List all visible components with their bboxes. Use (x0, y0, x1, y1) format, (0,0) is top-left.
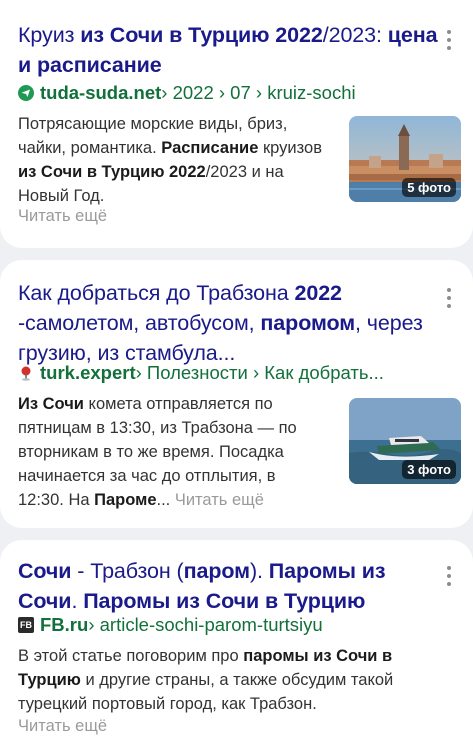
highlighted-text: 2022 (294, 281, 342, 305)
result-domain: tuda-suda.net (40, 82, 162, 103)
more-options-icon[interactable] (439, 564, 459, 588)
highlighted-text: Сочи (18, 559, 72, 583)
result-snippet: Из Сочи комета отправляется по пятницам … (18, 392, 318, 512)
highlighted-text: Пароме (94, 491, 157, 509)
search-result-card: Как добраться до Трабзона 2022 -самолето… (0, 260, 473, 528)
highlighted-text: паромом (260, 311, 356, 335)
photo-count-badge: 3 фото (402, 460, 456, 479)
result-domain: turk.expert (40, 362, 136, 383)
text-fragment: /2023: (322, 23, 388, 47)
highlighted-text: паром (183, 559, 250, 583)
text-fragment: . (71, 589, 84, 613)
result-source[interactable]: turk.expert › Полезности › Как добрать..… (18, 360, 448, 386)
result-snippet: Потрясающие морские виды, бриз, чайки, р… (18, 112, 330, 208)
text-fragment: В этой статье поговорим про (18, 647, 244, 665)
result-domain: FB.ru (40, 614, 89, 635)
result-thumbnail[interactable]: 3 фото (349, 398, 461, 484)
text-fragment: Как добраться до Трабзона (18, 281, 295, 305)
text-fragment: -самолетом, автобусом, (18, 311, 261, 335)
text-fragment: круизов (258, 139, 322, 157)
fb-logo-icon: FB (18, 617, 34, 633)
pin-icon (21, 366, 31, 381)
more-options-icon[interactable] (439, 28, 459, 52)
paper-plane-icon (18, 85, 34, 101)
result-title-link[interactable]: Как добраться до Трабзона 2022 -самолето… (18, 278, 438, 368)
highlighted-text: из Сочи в Турцию 2022 (80, 23, 323, 47)
highlighted-text: Из Сочи (18, 395, 84, 413)
result-path: › Полезности › Как добрать... (135, 362, 384, 383)
search-result-card: Круиз из Сочи в Турцию 2022/2023: цена и… (0, 0, 473, 248)
result-title-link[interactable]: Круиз из Сочи в Турцию 2022/2023: цена и… (18, 20, 438, 80)
highlighted-text: Паромы из Сочи в Турцию (83, 589, 366, 613)
read-more-link[interactable]: Читать ещё (175, 491, 264, 509)
search-result-card: Сочи - Трабзон (паром). Паромы из Сочи. … (0, 540, 473, 750)
text-fragment: Круиз (18, 23, 81, 47)
photo-count-badge: 5 фото (402, 178, 456, 197)
read-more-link[interactable]: Читать ещё (18, 204, 107, 228)
result-path: › 2022 › 07 › kruiz-sochi (161, 82, 356, 103)
result-source[interactable]: tuda-suda.net › 2022 › 07 › kruiz-sochi (18, 80, 448, 106)
result-path: › article-sochi-parom-turtsiyu (88, 614, 323, 635)
highlighted-text: Расписание (161, 139, 259, 157)
text-fragment: - Трабзон ( (71, 559, 184, 583)
text-fragment: ). (249, 559, 269, 583)
result-source[interactable]: FB FB.ru › article-sochi-parom-turtsiyu (18, 612, 448, 638)
result-title-link[interactable]: Сочи - Трабзон (паром). Паромы из Сочи. … (18, 556, 438, 616)
result-thumbnail[interactable]: 5 фото (349, 116, 461, 202)
result-snippet: В этой статье поговорим про паромы из Со… (18, 644, 448, 716)
read-more-link[interactable]: Читать ещё (18, 714, 107, 738)
more-options-icon[interactable] (439, 286, 459, 310)
text-fragment: ... (156, 491, 175, 509)
highlighted-text: из Сочи в Турцию 2022 (18, 163, 206, 181)
